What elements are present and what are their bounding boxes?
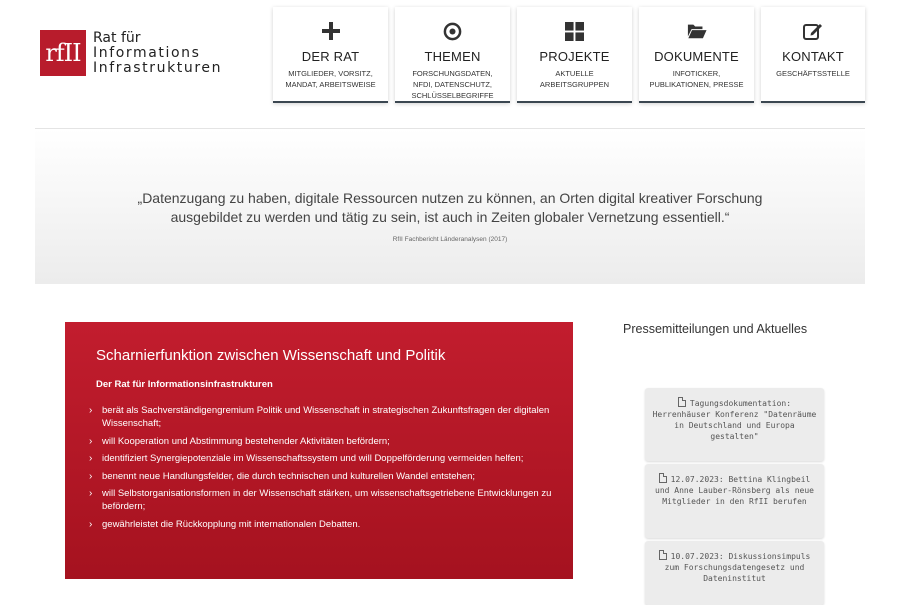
nav-subtitle-line: INFOTICKER, — [672, 69, 721, 78]
nav-subtitle: GESCHÄFTSSTELLE — [776, 68, 850, 79]
list-item-text: will Kooperation und Abstimmung bestehen… — [102, 435, 390, 447]
document-icon — [677, 397, 686, 407]
nav-subtitle-line: NFDI, DATENSCHUTZ, — [412, 80, 492, 89]
logo-line-1: Rat für — [93, 30, 141, 46]
document-icon — [658, 550, 667, 560]
quote-banner: „Datenzugang zu haben, digitale Ressourc… — [35, 128, 865, 284]
quote-source: RfII Fachbericht Länderanalysen (2017) — [392, 236, 508, 243]
list-item-text: benennt neue Handlungsfelder, die durch … — [102, 470, 476, 482]
nav-item-projekte[interactable]: PROJEKTE AKTUELLE ARBEITSGRUPPEN — [517, 7, 632, 103]
list-item-text: will Selbstorganisationsformen in der Wi… — [102, 488, 552, 512]
list-item: › will Kooperation und Abstimmung bestehe… — [89, 435, 559, 448]
quote-text: „Datenzugang zu haben, digitale Ressourc… — [137, 190, 763, 225]
list-item-text: gewährleistet die Rückkopplung mit inter… — [102, 518, 361, 530]
about-title: Scharnierfunktion zwischen Wissenschaft … — [96, 347, 446, 364]
chevron-right-icon: › — [89, 488, 93, 499]
site-logo[interactable]: rfII Rat für Informations Infrastrukture… — [40, 30, 222, 76]
plus-icon — [321, 21, 341, 41]
list-item-text: berät als Sachverständigengremium Politi… — [102, 405, 550, 429]
document-icon — [658, 473, 667, 483]
news-card-text: 12.07.2023: Bettina Klingbeil und Anne L… — [655, 475, 814, 506]
nav-subtitle: MITGLIEDER, VORSITZ, MANDAT, ARBEITSWEIS… — [285, 68, 375, 90]
news-card[interactable]: 10.07.2023: Diskussionsimpuls zum Forsch… — [645, 541, 824, 605]
logo-line-2: Informations — [93, 45, 201, 61]
list-item: › berät als Sachverständigengremium Polit… — [89, 404, 559, 430]
nav-title: PROJEKTE — [539, 49, 610, 64]
nav-subtitle: INFOTICKER, PUBLIKATIONEN, PRESSE — [649, 68, 743, 90]
list-item: › will Selbstorganisationsformen in der W… — [89, 487, 559, 513]
about-panel: Scharnierfunktion zwischen Wissenschaft … — [65, 322, 573, 579]
nav-item-dokumente[interactable]: DOKUMENTE INFOTICKER, PUBLIKATIONEN, PRE… — [639, 7, 754, 103]
nav-subtitle-line: PUBLIKATIONEN, PRESSE — [649, 80, 744, 89]
nav-item-themen[interactable]: THEMEN FORSCHUNGSDATEN, NFDI, DATENSCHUT… — [395, 7, 510, 103]
nav-subtitle-line: ARBEITSGRUPPEN — [539, 80, 610, 89]
nav-subtitle-line: AKTUELLE — [555, 69, 594, 78]
list-item: › identifiziert Synergiepotenziale im Wis… — [89, 452, 559, 465]
news-card[interactable]: Tagungsdokumentation: Herrenhäuser Konfe… — [645, 388, 824, 461]
nav-subtitle-line: MITGLIEDER, VORSITZ, — [288, 69, 373, 78]
grid-icon — [565, 21, 585, 41]
list-item-text: identifiziert Synergiepotenziale im Wiss… — [102, 453, 524, 464]
logo-line-3: Infrastrukturen — [93, 60, 223, 76]
about-list: › berät als Sachverständigengremium Polit… — [89, 404, 559, 535]
chevron-right-icon: › — [89, 518, 93, 530]
chevron-right-icon: › — [89, 405, 93, 416]
logo-mark: rfII — [40, 30, 86, 76]
nav-subtitle-line: GESCHÄFTSSTELLE — [776, 69, 850, 78]
nav-subtitle-line: MANDAT, ARBEITSWEISE — [285, 80, 376, 89]
nav-subtitle-line: FORSCHUNGSDATEN, — [412, 69, 493, 78]
news-heading: Pressemitteilungen und Aktuelles — [623, 322, 808, 336]
chevron-right-icon: › — [89, 453, 93, 464]
target-icon — [443, 21, 463, 41]
chevron-right-icon: › — [89, 435, 93, 447]
nav-subtitle: AKTUELLE ARBEITSGRUPPEN — [540, 68, 609, 90]
nav-subtitle-line: SCHLÜSSELBEGRIFFE — [411, 91, 494, 100]
about-subtitle: Der Rat für Informationsinfrastrukturen — [96, 379, 273, 390]
nav-item-der-rat[interactable]: DER RAT MITGLIEDER, VORSITZ, MANDAT, ARB… — [273, 7, 388, 103]
nav-title: THEMEN — [424, 49, 481, 64]
list-item: › gewährleistet die Rückkopplung mit inte… — [89, 518, 559, 531]
nav-item-kontakt[interactable]: KONTAKT GESCHÄFTSSTELLE — [761, 7, 865, 103]
folder-open-icon — [687, 21, 707, 41]
edit-icon — [803, 21, 823, 41]
main-navigation: DER RAT MITGLIEDER, VORSITZ, MANDAT, ARB… — [273, 7, 865, 103]
nav-title: DOKUMENTE — [654, 49, 739, 64]
nav-subtitle: FORSCHUNGSDATEN, NFDI, DATENSCHUTZ, SCHL… — [411, 68, 493, 101]
nav-title: KONTAKT — [782, 49, 844, 64]
nav-title: DER RAT — [301, 49, 360, 64]
news-card[interactable]: 12.07.2023: Bettina Klingbeil und Anne L… — [645, 464, 824, 538]
chevron-right-icon: › — [89, 470, 93, 482]
news-card-text: 10.07.2023: Diskussionsimpuls zum Forsch… — [664, 552, 811, 583]
list-item: › benennt neue Handlungsfelder, die durch… — [89, 470, 559, 483]
logo-text: Rat für Informations Infrastrukturen — [93, 31, 222, 76]
